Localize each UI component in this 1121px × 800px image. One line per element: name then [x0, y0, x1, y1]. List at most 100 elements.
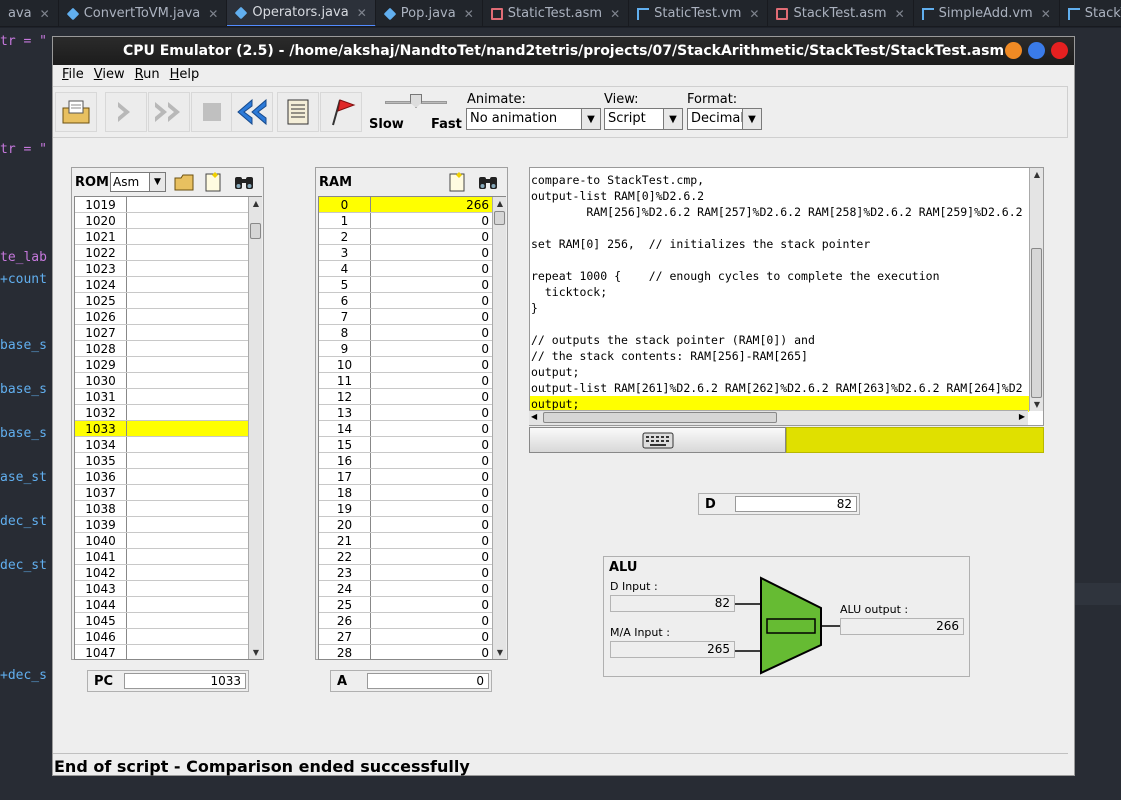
ide-tab[interactable]: StaticTest.vm ✕ [629, 0, 769, 26]
ram-value[interactable]: 0 [371, 485, 505, 500]
new-file-icon[interactable] [447, 171, 467, 193]
ram-value[interactable]: 0 [371, 453, 505, 468]
ram-value[interactable]: 0 [371, 405, 505, 420]
close-tab-icon[interactable]: ✕ [464, 7, 474, 21]
menu-file[interactable]: File [57, 66, 89, 86]
ram-row[interactable]: 25 0 [319, 597, 505, 613]
rom-row[interactable]: 1033 [75, 421, 261, 437]
ram-row[interactable]: 16 0 [319, 453, 505, 469]
scroll-down-arrow-icon[interactable]: ▼ [249, 646, 263, 659]
rom-instruction[interactable] [127, 533, 261, 548]
ram-row[interactable]: 12 0 [319, 389, 505, 405]
view-select[interactable]: Script [604, 108, 664, 130]
ide-tab[interactable]: StackTest.v [1060, 0, 1121, 26]
rom-row[interactable]: 1020 [75, 213, 261, 229]
ram-value[interactable]: 0 [371, 213, 505, 228]
rom-row[interactable]: 1036 [75, 469, 261, 485]
close-tab-icon[interactable]: ✕ [1041, 7, 1051, 21]
rom-row[interactable]: 1039 [75, 517, 261, 533]
rom-row[interactable]: 1023 [75, 261, 261, 277]
rom-instruction[interactable] [127, 261, 261, 276]
rom-instruction[interactable] [127, 469, 261, 484]
rom-instruction[interactable] [127, 565, 261, 580]
rom-row[interactable]: 1025 [75, 293, 261, 309]
rom-instruction[interactable] [127, 549, 261, 564]
format-select[interactable]: Decimal [687, 108, 743, 130]
rom-row[interactable]: 1028 [75, 341, 261, 357]
ide-tab[interactable]: ConvertToVM.java ✕ [59, 0, 228, 26]
close-tab-icon[interactable]: ✕ [895, 7, 905, 21]
ram-value[interactable]: 0 [371, 373, 505, 388]
minimize-button[interactable] [1005, 42, 1022, 59]
rom-row[interactable]: 1026 [75, 309, 261, 325]
scroll-up-arrow-icon[interactable]: ▲ [493, 197, 507, 210]
close-tab-icon[interactable]: ✕ [357, 6, 367, 20]
rom-instruction[interactable] [127, 357, 261, 372]
ram-value[interactable]: 0 [371, 229, 505, 244]
new-file-icon[interactable] [203, 171, 223, 193]
scroll-up-arrow-icon[interactable]: ▲ [249, 197, 263, 210]
animate-dropdown-arrow-icon[interactable]: ▼ [581, 108, 601, 130]
ram-row[interactable]: 20 [319, 229, 505, 245]
rom-row[interactable]: 1032 [75, 405, 261, 421]
ram-value[interactable]: 0 [371, 309, 505, 324]
close-tab-icon[interactable]: ✕ [40, 7, 50, 21]
rom-instruction[interactable] [127, 293, 261, 308]
rom-instruction[interactable] [127, 197, 261, 212]
rom-row[interactable]: 1044 [75, 597, 261, 613]
ram-row[interactable]: 17 0 [319, 469, 505, 485]
script-hscroll-thumb[interactable] [543, 412, 777, 423]
ram-value[interactable]: 0 [371, 245, 505, 260]
load-program-button[interactable] [55, 92, 97, 132]
rom-instruction[interactable] [127, 485, 261, 500]
ram-value[interactable]: 0 [371, 501, 505, 516]
ide-tab[interactable]: SimpleAdd.vm ✕ [914, 0, 1060, 26]
rom-instruction[interactable] [127, 277, 261, 292]
rom-row[interactable]: 1035 [75, 453, 261, 469]
ram-row[interactable]: 70 [319, 309, 505, 325]
ide-tab[interactable]: StaticTest.asm ✕ [483, 0, 630, 26]
ram-value[interactable]: 0 [371, 277, 505, 292]
find-binoculars-icon[interactable] [233, 171, 255, 191]
stop-button[interactable] [191, 92, 233, 132]
ram-value[interactable]: 0 [371, 629, 505, 644]
rom-scrollbar[interactable]: ▲ ▼ [248, 197, 262, 659]
ram-value[interactable]: 0 [371, 645, 505, 660]
a-value-field[interactable]: 0 [367, 673, 489, 689]
rom-instruction[interactable] [127, 629, 261, 644]
single-step-button[interactable] [105, 92, 147, 132]
scroll-left-arrow-icon[interactable]: ◀ [531, 412, 537, 421]
ram-value[interactable]: 266 [371, 197, 505, 212]
ram-value[interactable]: 0 [371, 581, 505, 596]
rom-row[interactable]: 1031 [75, 389, 261, 405]
rom-instruction[interactable] [127, 613, 261, 628]
rom-instruction[interactable] [127, 453, 261, 468]
ram-value[interactable]: 0 [371, 357, 505, 372]
ram-value[interactable]: 0 [371, 533, 505, 548]
rom-row[interactable]: 1047 [75, 645, 261, 659]
ram-row[interactable]: 14 0 [319, 421, 505, 437]
speed-slider[interactable]: Slow Fast [369, 90, 462, 136]
ram-row[interactable]: 30 [319, 245, 505, 261]
script-button[interactable] [277, 92, 319, 132]
rom-row[interactable]: 1021 [75, 229, 261, 245]
ram-row[interactable]: 26 0 [319, 613, 505, 629]
ram-value[interactable]: 0 [371, 597, 505, 612]
rom-row[interactable]: 1037 [75, 485, 261, 501]
ram-scroll-thumb[interactable] [494, 211, 505, 225]
rom-instruction[interactable] [127, 213, 261, 228]
rom-instruction[interactable] [127, 405, 261, 420]
rom-instruction[interactable] [127, 325, 261, 340]
window-titlebar[interactable]: CPU Emulator (2.5) - /home/akshaj/Nandto… [53, 37, 1074, 65]
ram-value[interactable]: 0 [371, 261, 505, 276]
ram-row[interactable]: 60 [319, 293, 505, 309]
close-button[interactable] [1051, 42, 1068, 59]
ram-row[interactable]: 22 0 [319, 549, 505, 565]
rom-instruction[interactable] [127, 517, 261, 532]
rom-row[interactable]: 1030 [75, 373, 261, 389]
rom-row[interactable]: 1019 [75, 197, 261, 213]
rom-instruction[interactable] [127, 645, 261, 659]
rom-row[interactable]: 1038 [75, 501, 261, 517]
ram-value[interactable]: 0 [371, 613, 505, 628]
ide-tab[interactable]: ava ✕ [0, 0, 59, 26]
